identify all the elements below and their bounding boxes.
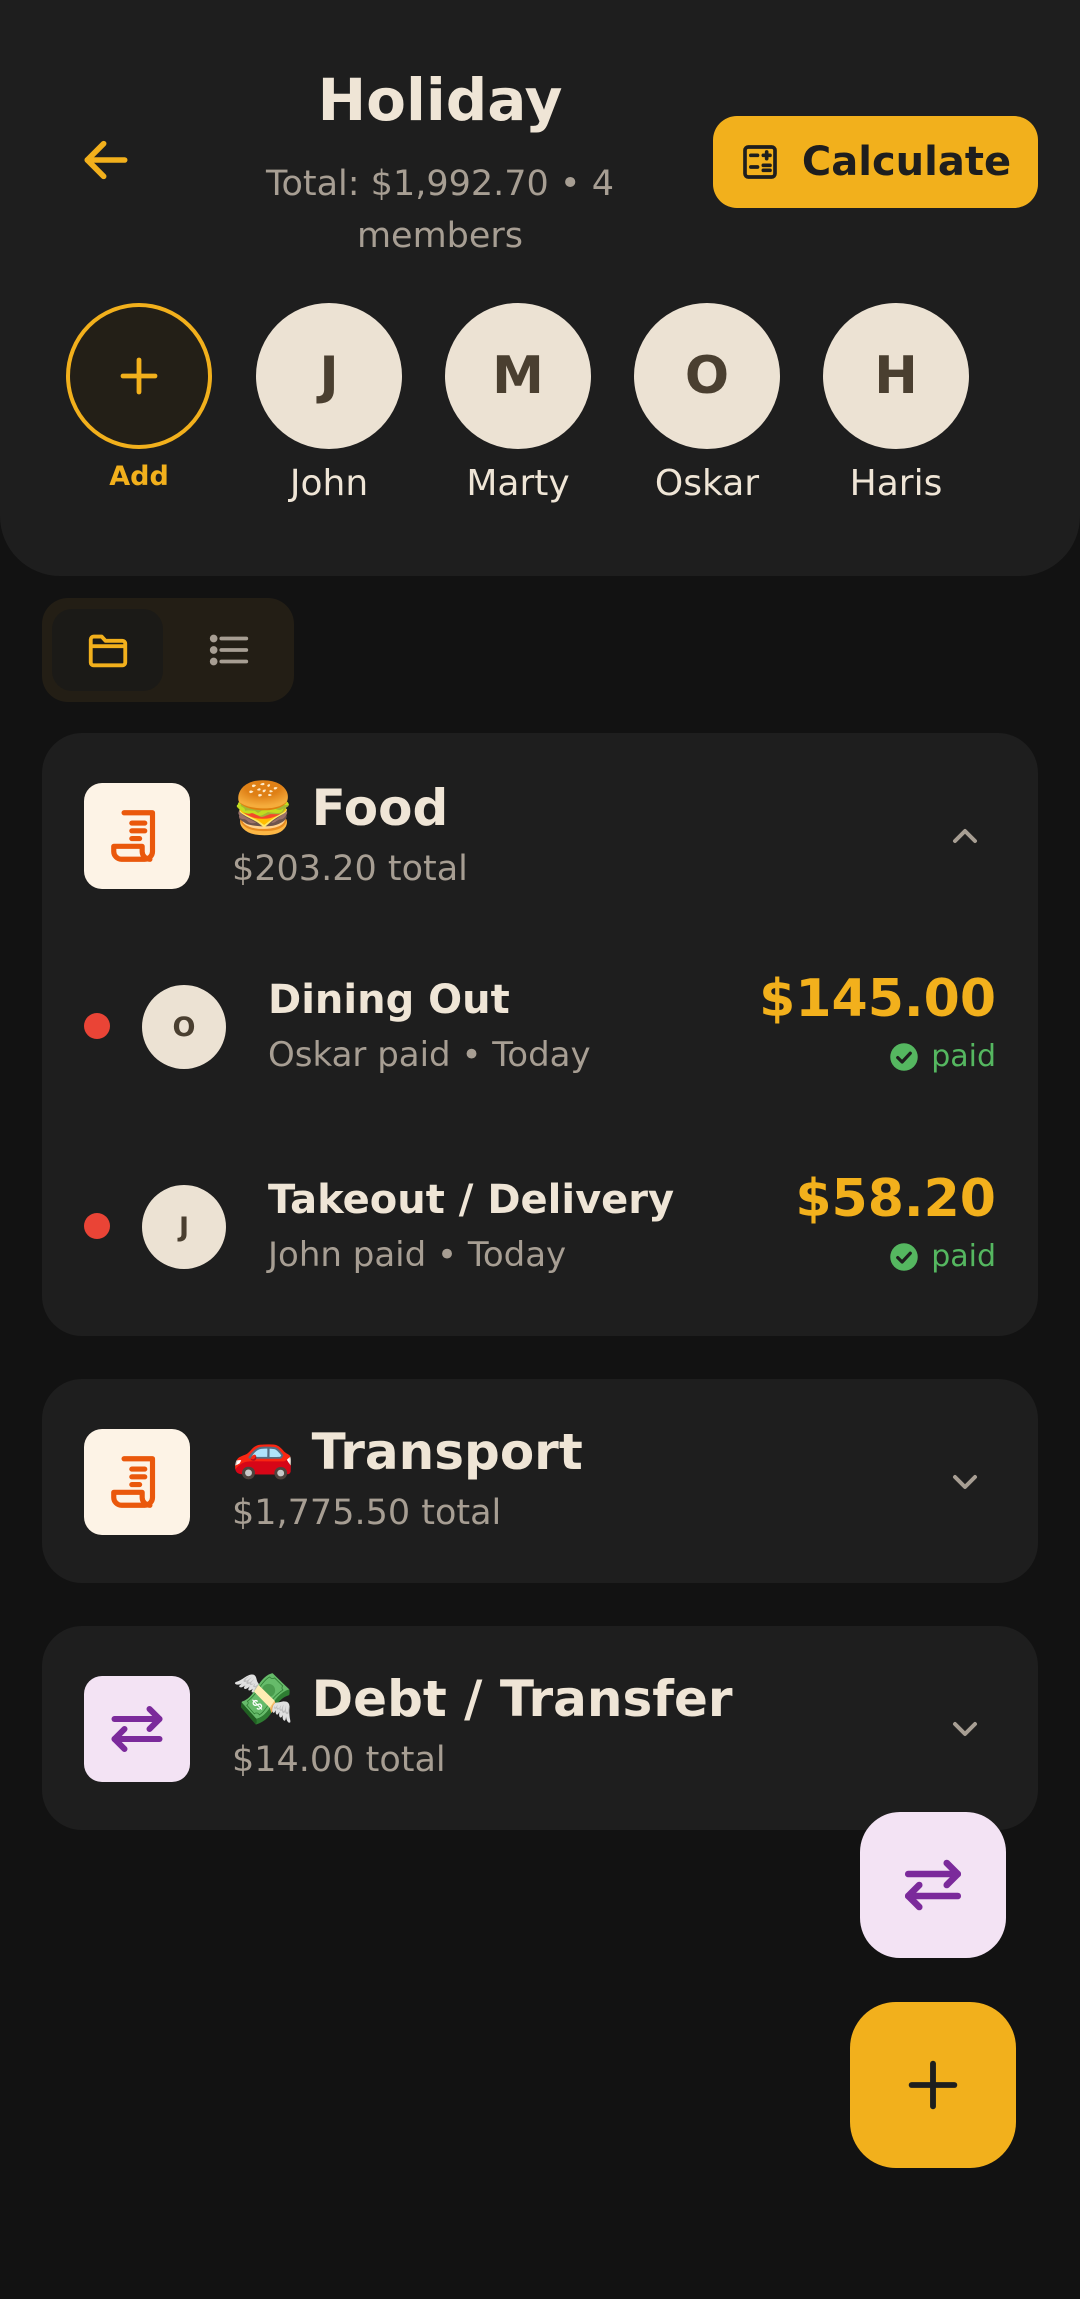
- transfer-icon: [111, 1706, 163, 1752]
- expense-name: Dining Out: [268, 977, 510, 1023]
- member-marty[interactable]: M Marty: [445, 303, 591, 504]
- folder-icon: [88, 634, 127, 668]
- avatar[interactable]: H: [823, 303, 969, 449]
- chevron-down-icon: [953, 1722, 977, 1736]
- plus-icon: [120, 357, 158, 395]
- folder-view-button[interactable]: [52, 609, 163, 691]
- category-card-transport[interactable]: 🚗 Transport $1,775.50 total: [42, 1379, 1038, 1583]
- expense-amount: $145.00: [759, 969, 996, 1029]
- page-title: Holiday: [317, 66, 563, 134]
- collapse-button[interactable]: [940, 811, 990, 861]
- calculator-icon: [743, 145, 777, 179]
- category-icon: [84, 1429, 190, 1535]
- plus-icon: [908, 2060, 958, 2110]
- payer-avatar: J: [142, 1185, 226, 1269]
- category-card-debt-transfer[interactable]: 💸 Debt / Transfer $14.00 total: [42, 1626, 1038, 1830]
- category-title: 🚗 Transport: [232, 1423, 583, 1481]
- calculate-label: Calculate: [801, 139, 1012, 185]
- payer-avatar: O: [142, 985, 226, 1069]
- add-member-label: Add: [109, 461, 169, 492]
- view-mode-toggle: [42, 598, 294, 702]
- expand-button[interactable]: [940, 1457, 990, 1507]
- category-card-food: 🍔 Food $203.20 total O Dining Out Oskar …: [42, 733, 1038, 1336]
- avatar[interactable]: O: [634, 303, 780, 449]
- status-label: paid: [931, 1039, 996, 1074]
- transfer-icon: [904, 1859, 962, 1911]
- expense-amount: $58.20: [795, 1169, 996, 1229]
- group-header: Holiday Total: $1,992.70 • 4 members Cal…: [0, 0, 1080, 576]
- category-title: 💸 Debt / Transfer: [232, 1670, 733, 1728]
- add-member-button[interactable]: Add: [66, 303, 212, 492]
- add-expense-button[interactable]: [850, 2002, 1016, 2168]
- back-button[interactable]: [66, 120, 146, 200]
- expand-button[interactable]: [940, 1704, 990, 1754]
- category-total: $203.20 total: [232, 849, 468, 889]
- member-name: Oskar: [654, 463, 760, 504]
- calculate-button[interactable]: Calculate: [713, 116, 1038, 208]
- check-circle-icon: [890, 1242, 918, 1271]
- member-haris[interactable]: H Haris: [823, 303, 969, 504]
- expense-row[interactable]: O Dining Out Oskar paid • Today $145.00 …: [42, 953, 1038, 1103]
- expense-meta: John paid • Today: [268, 1235, 567, 1275]
- member-john[interactable]: J John: [256, 303, 402, 504]
- status-badge: paid: [889, 1039, 996, 1074]
- check-circle-icon: [890, 1042, 918, 1071]
- avatar[interactable]: J: [256, 303, 402, 449]
- group-summary: Total: $1,992.70 • 4 members: [266, 164, 614, 256]
- avatar[interactable]: M: [445, 303, 591, 449]
- receipt-icon: [111, 1456, 156, 1508]
- category-total: $14.00 total: [232, 1740, 446, 1780]
- member-name: Marty: [466, 463, 570, 504]
- list-icon: [209, 634, 248, 666]
- status-badge: paid: [889, 1239, 996, 1274]
- expense-name: Takeout / Delivery: [268, 1177, 675, 1223]
- category-total: $1,775.50 total: [232, 1493, 502, 1533]
- status-label: paid: [931, 1239, 996, 1274]
- member-oskar[interactable]: O Oskar: [634, 303, 780, 504]
- expense-meta: Oskar paid • Today: [268, 1035, 591, 1075]
- category-title: 🍔 Food: [232, 779, 449, 837]
- expense-row[interactable]: J Takeout / Delivery John paid • Today $…: [42, 1153, 1038, 1303]
- chevron-up-icon: [953, 829, 977, 843]
- arrow-left-icon: [84, 140, 128, 180]
- add-transfer-button[interactable]: [860, 1812, 1006, 1958]
- member-name: Haris: [849, 463, 943, 504]
- category-icon: [84, 1676, 190, 1782]
- unpaid-indicator: [84, 1013, 110, 1039]
- member-name: John: [289, 463, 369, 504]
- unpaid-indicator: [84, 1213, 110, 1239]
- category-icon: [84, 783, 190, 889]
- add-member-circle[interactable]: [66, 303, 212, 449]
- receipt-icon: [111, 810, 156, 862]
- chevron-down-icon: [953, 1475, 977, 1489]
- list-view-button[interactable]: [173, 609, 284, 691]
